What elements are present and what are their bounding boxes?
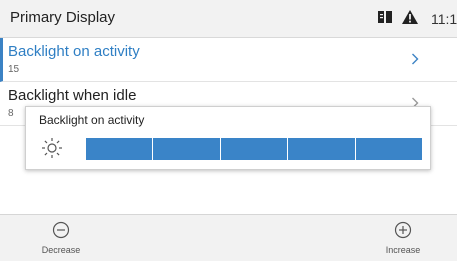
increase-label: Increase (385, 245, 421, 255)
chevron-right-icon (411, 52, 419, 68)
minus-circle-icon (52, 221, 70, 243)
list-item-label: Backlight when idle (8, 87, 137, 104)
plus-circle-icon (394, 221, 412, 243)
brightness-level-segment (220, 138, 289, 160)
list-item-backlight-on-activity[interactable]: Backlight on activity 15 (0, 38, 457, 82)
brightness-popup: Backlight on activity (25, 106, 431, 170)
warning-icon (401, 9, 419, 30)
brightness-level-segment (86, 138, 154, 160)
softkey-bar: Decrease Increase (0, 214, 457, 261)
list-item-label: Backlight on activity (8, 43, 140, 60)
list-item-value: 15 (8, 64, 20, 75)
brightness-level-bar[interactable] (86, 138, 423, 160)
decrease-button[interactable]: Decrease (31, 221, 91, 255)
status-bar: Primary Display 11:16 (0, 0, 457, 38)
status-icons: 11:16 (377, 8, 457, 30)
brightness-icon (41, 137, 63, 164)
decrease-label: Decrease (41, 245, 81, 255)
popup-title: Backlight on activity (39, 113, 145, 127)
brightness-level-segment (288, 138, 356, 160)
clock: 11:16 (431, 11, 457, 27)
brightness-level-segment (355, 138, 423, 160)
phonebook-icon (377, 10, 393, 29)
increase-button[interactable]: Increase (373, 221, 433, 255)
page-title: Primary Display (10, 9, 116, 26)
list-item-value: 8 (8, 108, 14, 119)
brightness-level-segment (153, 138, 221, 160)
